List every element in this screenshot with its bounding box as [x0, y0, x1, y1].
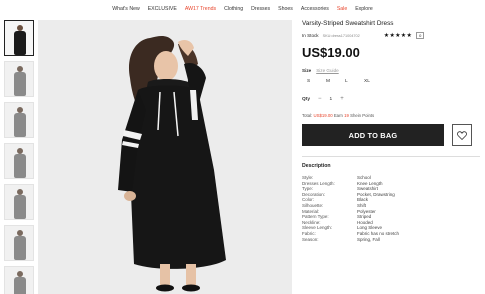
sku-label: SKU:dress171004702: [322, 33, 360, 38]
nav-item[interactable]: What's New: [112, 5, 140, 17]
rating-stars-icon[interactable]: ★★★★★: [384, 33, 412, 39]
nav-item[interactable]: Accessories: [301, 5, 329, 17]
size-label: Size: [302, 68, 312, 73]
size-option[interactable]: L: [340, 78, 359, 86]
cart-actions: ADD TO BAG: [302, 124, 480, 146]
points-suffix: Shein Points: [350, 113, 375, 118]
attribute-key: Season:: [302, 236, 319, 242]
stock-row: In Stock SKU:dress171004702 ★★★★★ 0: [302, 32, 480, 39]
thumbnail-5[interactable]: [4, 184, 34, 220]
size-option[interactable]: M: [321, 78, 340, 86]
thumbnail-strip: [4, 20, 34, 294]
size-option[interactable]: XL: [359, 78, 378, 86]
thumbnail-6[interactable]: [4, 225, 34, 261]
description-title: Description: [302, 163, 331, 169]
nav-item[interactable]: EXCLUSIVE: [148, 5, 177, 17]
wishlist-button[interactable]: [452, 124, 472, 146]
stock-status: In Stock: [302, 33, 319, 38]
thumbnail-3[interactable]: [4, 102, 34, 138]
description-section: Description Style: School Dresses Length: K…: [302, 156, 480, 242]
nav-item[interactable]: Clothing: [224, 5, 243, 17]
attribute-value: Spring, Fall: [357, 236, 380, 242]
qty-plus-button[interactable]: +: [340, 96, 344, 102]
nav-item[interactable]: Dresses: [251, 5, 270, 17]
points-total-label: Total:: [302, 113, 313, 118]
product-title: Varsity-Striped Sweatshirt Dress: [302, 20, 394, 27]
attribute-row: Season: Spring, Fall: [302, 237, 480, 243]
main-product-image[interactable]: [38, 20, 292, 294]
qty-label: Qty: [302, 96, 310, 102]
nav-item[interactable]: Shoes: [278, 5, 293, 17]
nav-item[interactable]: Sale: [337, 5, 347, 17]
product-price: US$19.00: [302, 45, 360, 60]
points-row: Total: US$19.00 Earn 19 Shein Points: [302, 113, 480, 118]
thumbnail-2[interactable]: [4, 61, 34, 97]
nav-item[interactable]: AW17 Trends: [185, 5, 216, 17]
size-guide-link[interactable]: Size Guide: [316, 68, 338, 73]
heart-icon: [457, 130, 467, 140]
thumbnail-1[interactable]: [4, 20, 34, 56]
product-info: Varsity-Striped Sweatshirt Dress In Stoc…: [302, 20, 480, 242]
attribute-list: Style: School Dresses Length: Knee Length Ty…: [302, 175, 480, 242]
thumbnail-4[interactable]: [4, 143, 34, 179]
size-options: S M L XL: [302, 78, 480, 86]
size-option[interactable]: S: [302, 78, 321, 86]
quantity-row: Qty − 1 +: [302, 96, 480, 102]
size-label-row: Size Size Guide: [302, 68, 480, 73]
thumbnail-7[interactable]: [4, 266, 34, 294]
review-count[interactable]: 0: [416, 32, 425, 39]
top-nav: What's New EXCLUSIVE AW17 Trends Clothing Dr…: [0, 5, 485, 17]
add-to-bag-button[interactable]: ADD TO BAG: [302, 124, 444, 146]
qty-minus-button[interactable]: −: [318, 96, 322, 102]
qty-value[interactable]: 1: [330, 97, 333, 102]
points-total-price: US$19.00: [313, 113, 333, 118]
points-earn-label: Earn: [333, 113, 343, 118]
nav-item[interactable]: Explore: [355, 5, 373, 17]
points-value: 19: [344, 113, 349, 118]
model-photo: [38, 20, 292, 294]
